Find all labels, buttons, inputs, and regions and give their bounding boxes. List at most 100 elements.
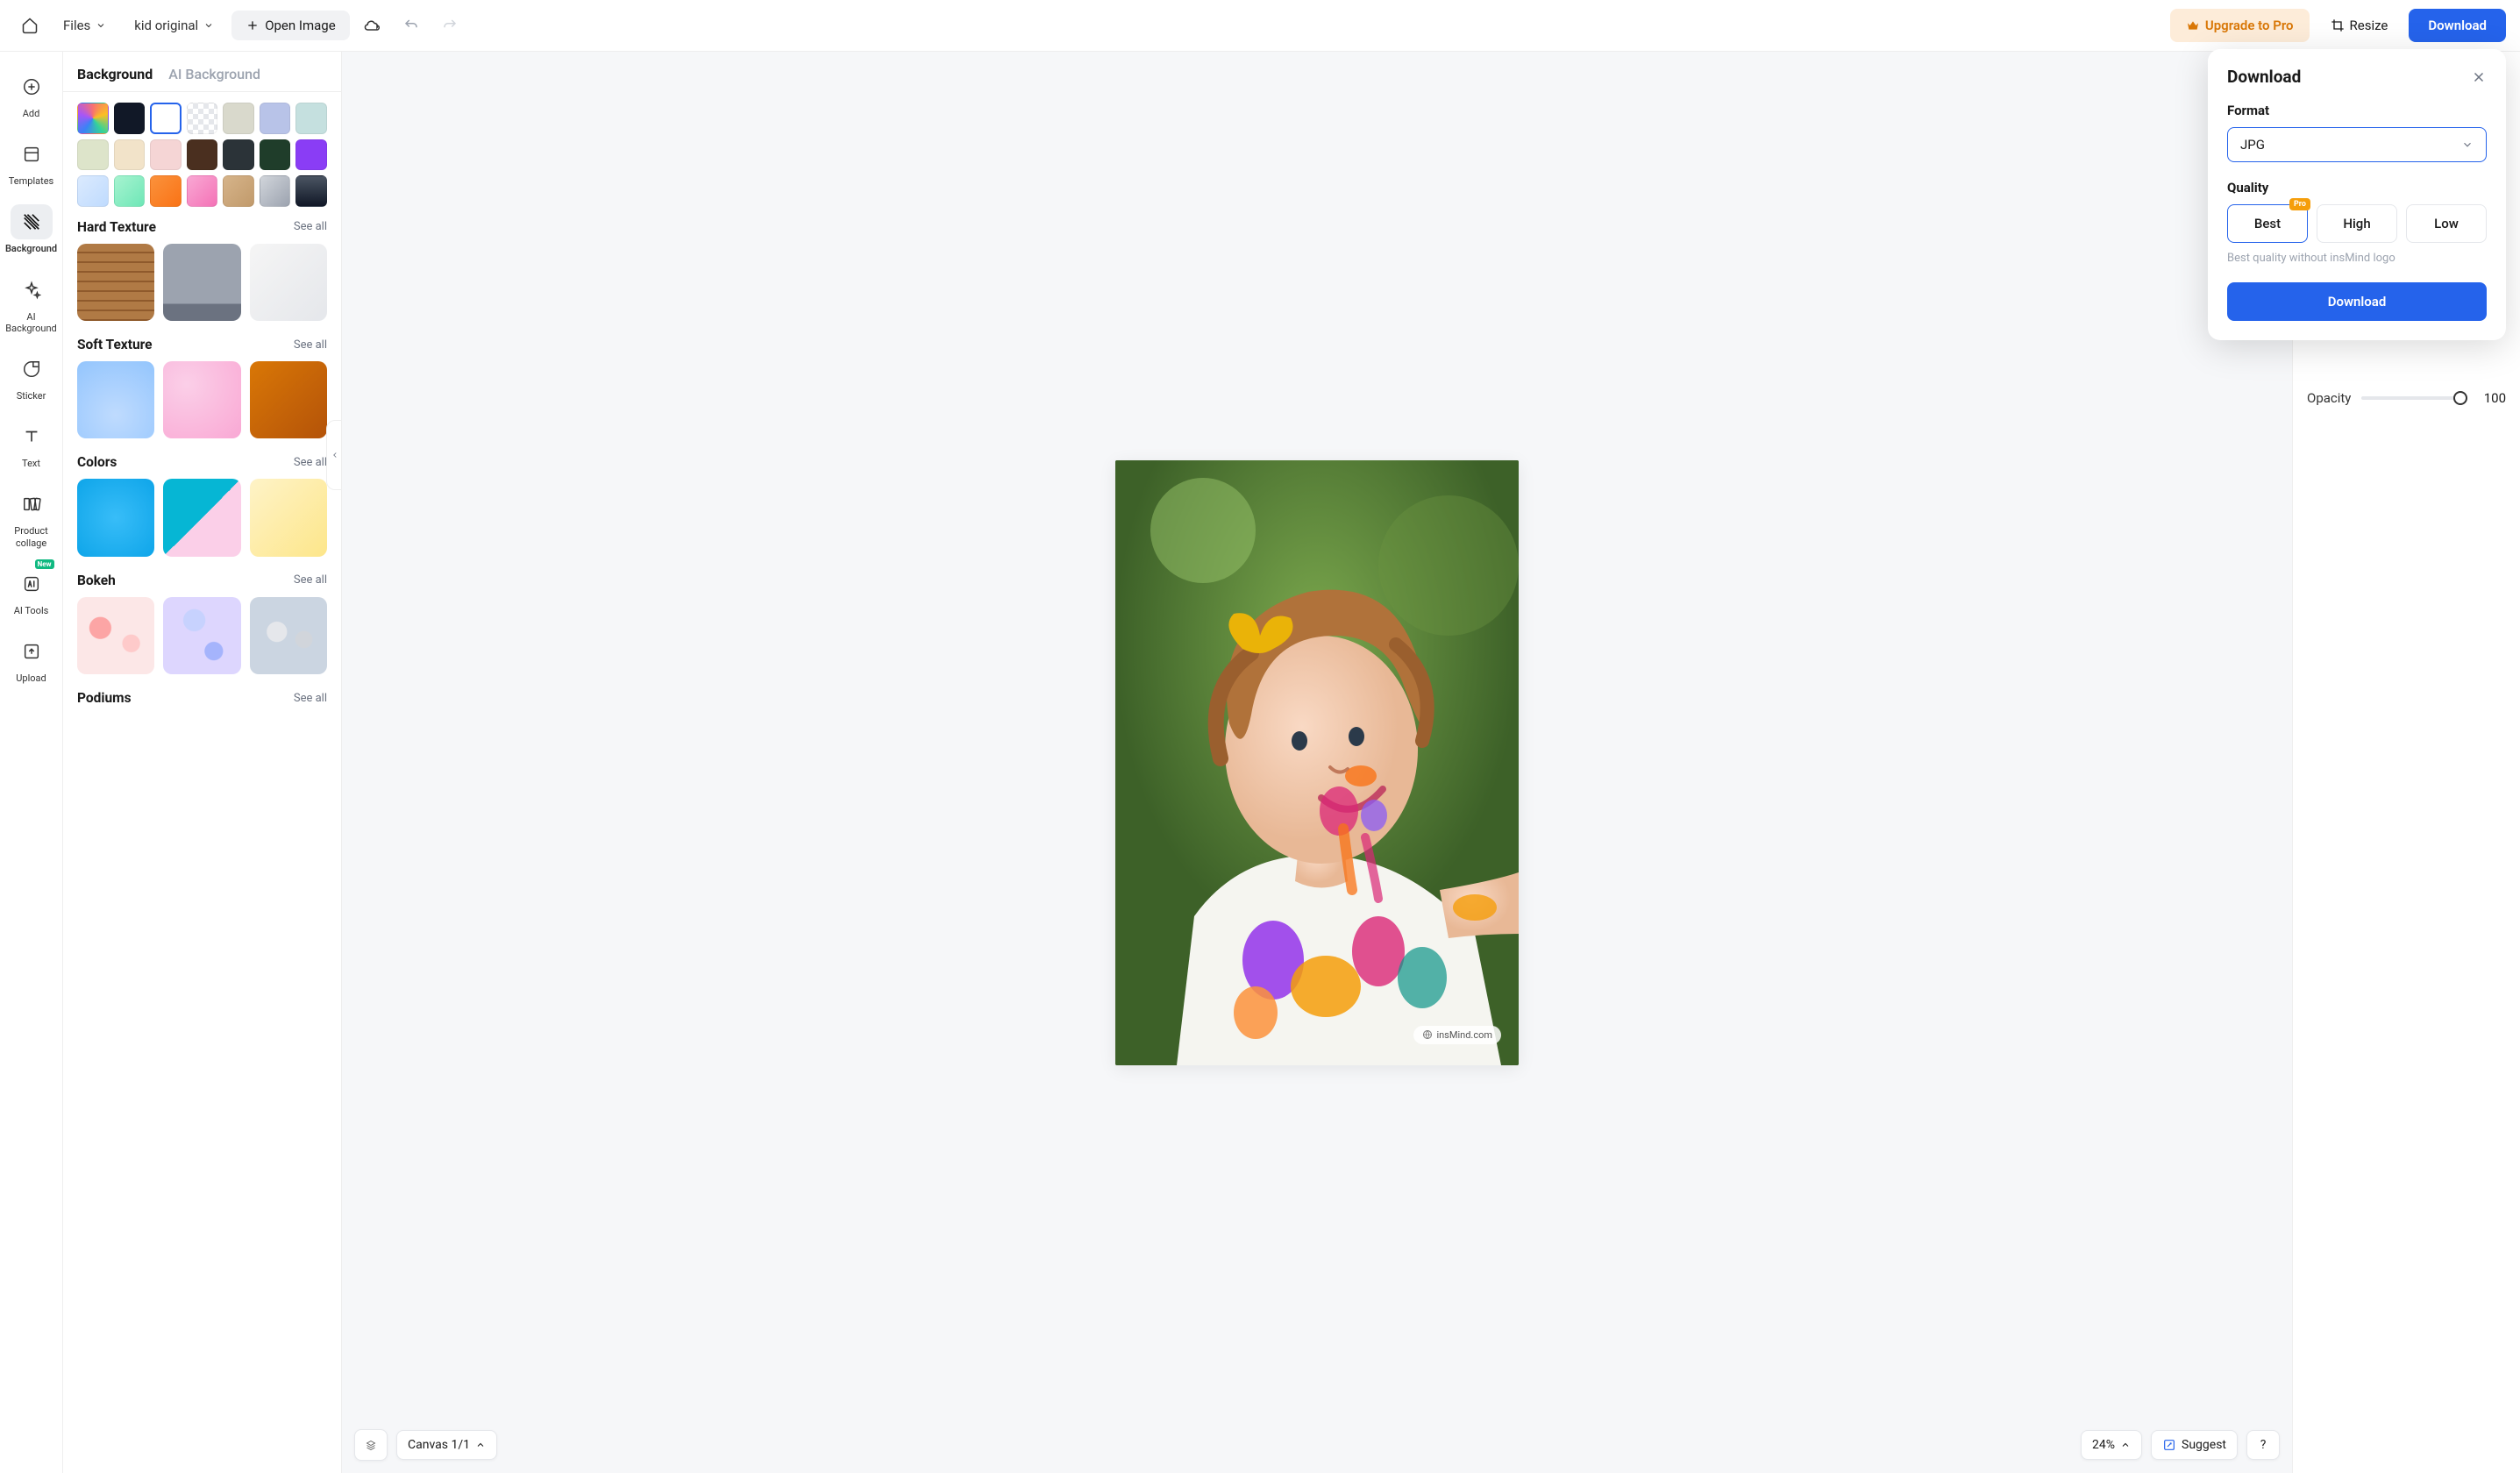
chevron-down-icon xyxy=(203,20,214,31)
quality-option[interactable]: BestPro xyxy=(2227,204,2308,243)
rail-product-collage[interactable]: Product collage xyxy=(5,480,58,555)
texture-thumb[interactable] xyxy=(250,361,327,438)
edit-icon xyxy=(2162,1438,2176,1452)
filename-dropdown[interactable]: kid original xyxy=(124,11,224,40)
color-swatch[interactable] xyxy=(187,103,218,134)
color-swatch[interactable] xyxy=(295,175,327,207)
color-swatch[interactable] xyxy=(114,139,146,171)
texture-thumb[interactable] xyxy=(250,244,327,321)
files-label: Files xyxy=(63,18,90,33)
color-swatch[interactable] xyxy=(295,103,327,134)
color-swatch[interactable] xyxy=(77,175,109,207)
color-swatch[interactable] xyxy=(150,103,182,134)
rail-add[interactable]: Add xyxy=(5,62,58,126)
resize-label: Resize xyxy=(2350,18,2388,33)
rail-ai-background[interactable]: AI Background xyxy=(5,266,58,341)
texture-thumb[interactable] xyxy=(163,244,240,321)
texture-thumb[interactable] xyxy=(77,479,154,556)
files-dropdown[interactable]: Files xyxy=(53,11,117,40)
rail-upload[interactable]: Upload xyxy=(5,627,58,691)
color-swatch[interactable] xyxy=(187,175,218,207)
texture-thumb[interactable] xyxy=(77,361,154,438)
format-label: Format xyxy=(2227,103,2487,118)
canvas-image[interactable]: insMind.com xyxy=(1115,460,1519,1065)
color-swatch[interactable] xyxy=(114,103,146,134)
zoom-value: 24% xyxy=(2092,1438,2115,1452)
collage-icon xyxy=(22,495,41,514)
color-swatch[interactable] xyxy=(223,139,254,171)
rail-sticker-label: Sticker xyxy=(17,390,46,402)
quality-label: Quality xyxy=(2227,180,2487,196)
cloud-sync-button[interactable] xyxy=(357,10,388,41)
color-swatch[interactable] xyxy=(150,175,182,207)
texture-thumb[interactable] xyxy=(163,479,240,556)
suggest-label: Suggest xyxy=(2182,1438,2226,1452)
rail-background[interactable]: Background xyxy=(5,197,58,261)
texture-thumb[interactable] xyxy=(163,361,240,438)
texture-section: Hard Texture See all xyxy=(63,214,341,331)
color-swatch[interactable] xyxy=(150,139,182,171)
color-swatch[interactable] xyxy=(260,139,291,171)
close-button[interactable] xyxy=(2471,69,2487,85)
rail-sticker[interactable]: Sticker xyxy=(5,345,58,409)
quality-option[interactable]: High xyxy=(2317,204,2397,243)
color-swatch[interactable] xyxy=(187,139,218,171)
canvas-label: Canvas 1/1 xyxy=(408,1438,470,1452)
templates-icon xyxy=(22,145,41,164)
undo-button[interactable] xyxy=(395,10,427,41)
collapse-panel-button[interactable] xyxy=(326,420,342,490)
section-title: Hard Texture xyxy=(77,219,156,235)
download-button[interactable]: Download xyxy=(2409,9,2506,42)
home-button[interactable] xyxy=(14,10,46,41)
texture-thumb[interactable] xyxy=(77,597,154,674)
quality-option[interactable]: Low xyxy=(2406,204,2487,243)
pro-badge: Pro xyxy=(2289,198,2310,210)
opacity-slider[interactable] xyxy=(2361,396,2467,400)
suggest-button[interactable]: Suggest xyxy=(2151,1430,2238,1460)
texture-thumb[interactable] xyxy=(250,479,327,556)
layers-button[interactable] xyxy=(354,1429,388,1461)
tab-ai-background[interactable]: AI Background xyxy=(168,66,260,82)
rail-templates[interactable]: Templates xyxy=(5,130,58,194)
opacity-label: Opacity xyxy=(2307,390,2351,406)
see-all-link[interactable]: See all xyxy=(294,456,327,469)
ai-tools-icon xyxy=(22,574,41,594)
help-button[interactable]: ? xyxy=(2246,1430,2280,1460)
plus-icon xyxy=(246,18,260,32)
color-swatch[interactable] xyxy=(295,139,327,171)
rail-text[interactable]: Text xyxy=(5,412,58,476)
rail-background-label: Background xyxy=(5,243,57,254)
redo-button[interactable] xyxy=(434,10,466,41)
opacity-value: 100 xyxy=(2478,390,2506,406)
see-all-link[interactable]: See all xyxy=(294,573,327,587)
chevron-up-icon xyxy=(2120,1440,2131,1450)
texture-thumb[interactable] xyxy=(77,244,154,321)
color-swatch-grid xyxy=(63,92,341,214)
close-icon xyxy=(2471,69,2487,85)
zoom-control[interactable]: 24% xyxy=(2081,1430,2142,1460)
redo-icon xyxy=(442,18,458,33)
rail-ai-tools[interactable]: New AI Tools xyxy=(5,559,58,623)
upload-icon xyxy=(22,642,41,661)
slider-thumb[interactable] xyxy=(2453,391,2467,405)
texture-thumb[interactable] xyxy=(163,597,240,674)
texture-thumb[interactable] xyxy=(250,597,327,674)
color-swatch[interactable] xyxy=(77,103,109,134)
open-image-button[interactable]: Open Image xyxy=(231,11,349,40)
see-all-link[interactable]: See all xyxy=(294,692,327,705)
color-swatch[interactable] xyxy=(223,103,254,134)
download-confirm-button[interactable]: Download xyxy=(2227,282,2487,321)
color-swatch[interactable] xyxy=(260,175,291,207)
color-swatch[interactable] xyxy=(260,103,291,134)
see-all-link[interactable]: See all xyxy=(294,220,327,233)
canvas-selector[interactable]: Canvas 1/1 xyxy=(396,1430,497,1460)
format-select[interactable]: JPG xyxy=(2227,127,2487,162)
resize-button[interactable]: Resize xyxy=(2317,9,2403,42)
color-swatch[interactable] xyxy=(77,139,109,171)
upgrade-button[interactable]: Upgrade to Pro xyxy=(2170,9,2310,42)
see-all-link[interactable]: See all xyxy=(294,338,327,352)
tab-background[interactable]: Background xyxy=(77,66,153,82)
color-swatch[interactable] xyxy=(223,175,254,207)
texture-section: BokehSee all xyxy=(63,567,341,685)
color-swatch[interactable] xyxy=(114,175,146,207)
